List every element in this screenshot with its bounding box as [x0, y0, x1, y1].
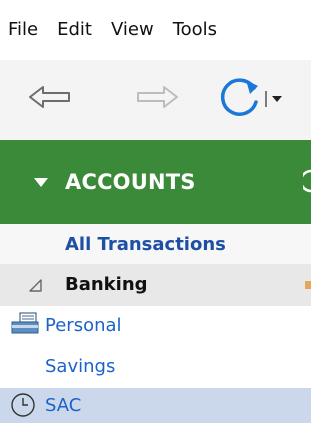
- refresh-button[interactable]: [214, 72, 264, 124]
- all-transactions-item[interactable]: All Transactions: [0, 224, 311, 264]
- menu-file[interactable]: File: [0, 0, 38, 60]
- menu-bar: File Edit View Tools: [0, 0, 311, 60]
- menu-view[interactable]: View: [101, 0, 154, 60]
- expand-triangle-icon: [29, 279, 42, 292]
- add-account-icon[interactable]: [303, 168, 311, 194]
- menu-tools[interactable]: Tools: [163, 0, 217, 60]
- account-item-personal-savings[interactable]: Personal Savings: [0, 306, 311, 388]
- refresh-icon: [220, 78, 258, 116]
- accounts-header[interactable]: ACCOUNTS: [0, 140, 311, 224]
- dropdown-arrow-icon: [265, 91, 282, 107]
- bank-account-icon: [11, 312, 39, 334]
- navigation-toolbar: [0, 60, 311, 140]
- refresh-dropdown[interactable]: [264, 90, 286, 108]
- all-transactions-label: All Transactions: [65, 233, 226, 255]
- back-arrow-icon: [29, 86, 70, 108]
- back-button[interactable]: [27, 84, 73, 110]
- collapse-caret-icon: [34, 178, 48, 187]
- forward-arrow-icon: [137, 86, 178, 108]
- account-item-sac[interactable]: SAC: [0, 388, 311, 423]
- account-label-line1: Personal: [45, 315, 122, 336]
- menu-edit[interactable]: Edit: [47, 0, 92, 60]
- forward-button[interactable]: [134, 84, 180, 110]
- accounts-title: ACCOUNTS: [65, 170, 196, 194]
- account-label-line2: Savings: [45, 356, 116, 377]
- clock-icon: [11, 393, 35, 417]
- account-label-sac: SAC: [45, 395, 82, 416]
- banking-group-header[interactable]: Banking: [0, 264, 311, 306]
- banking-group-label: Banking: [65, 274, 148, 295]
- group-marker-icon: [305, 281, 311, 289]
